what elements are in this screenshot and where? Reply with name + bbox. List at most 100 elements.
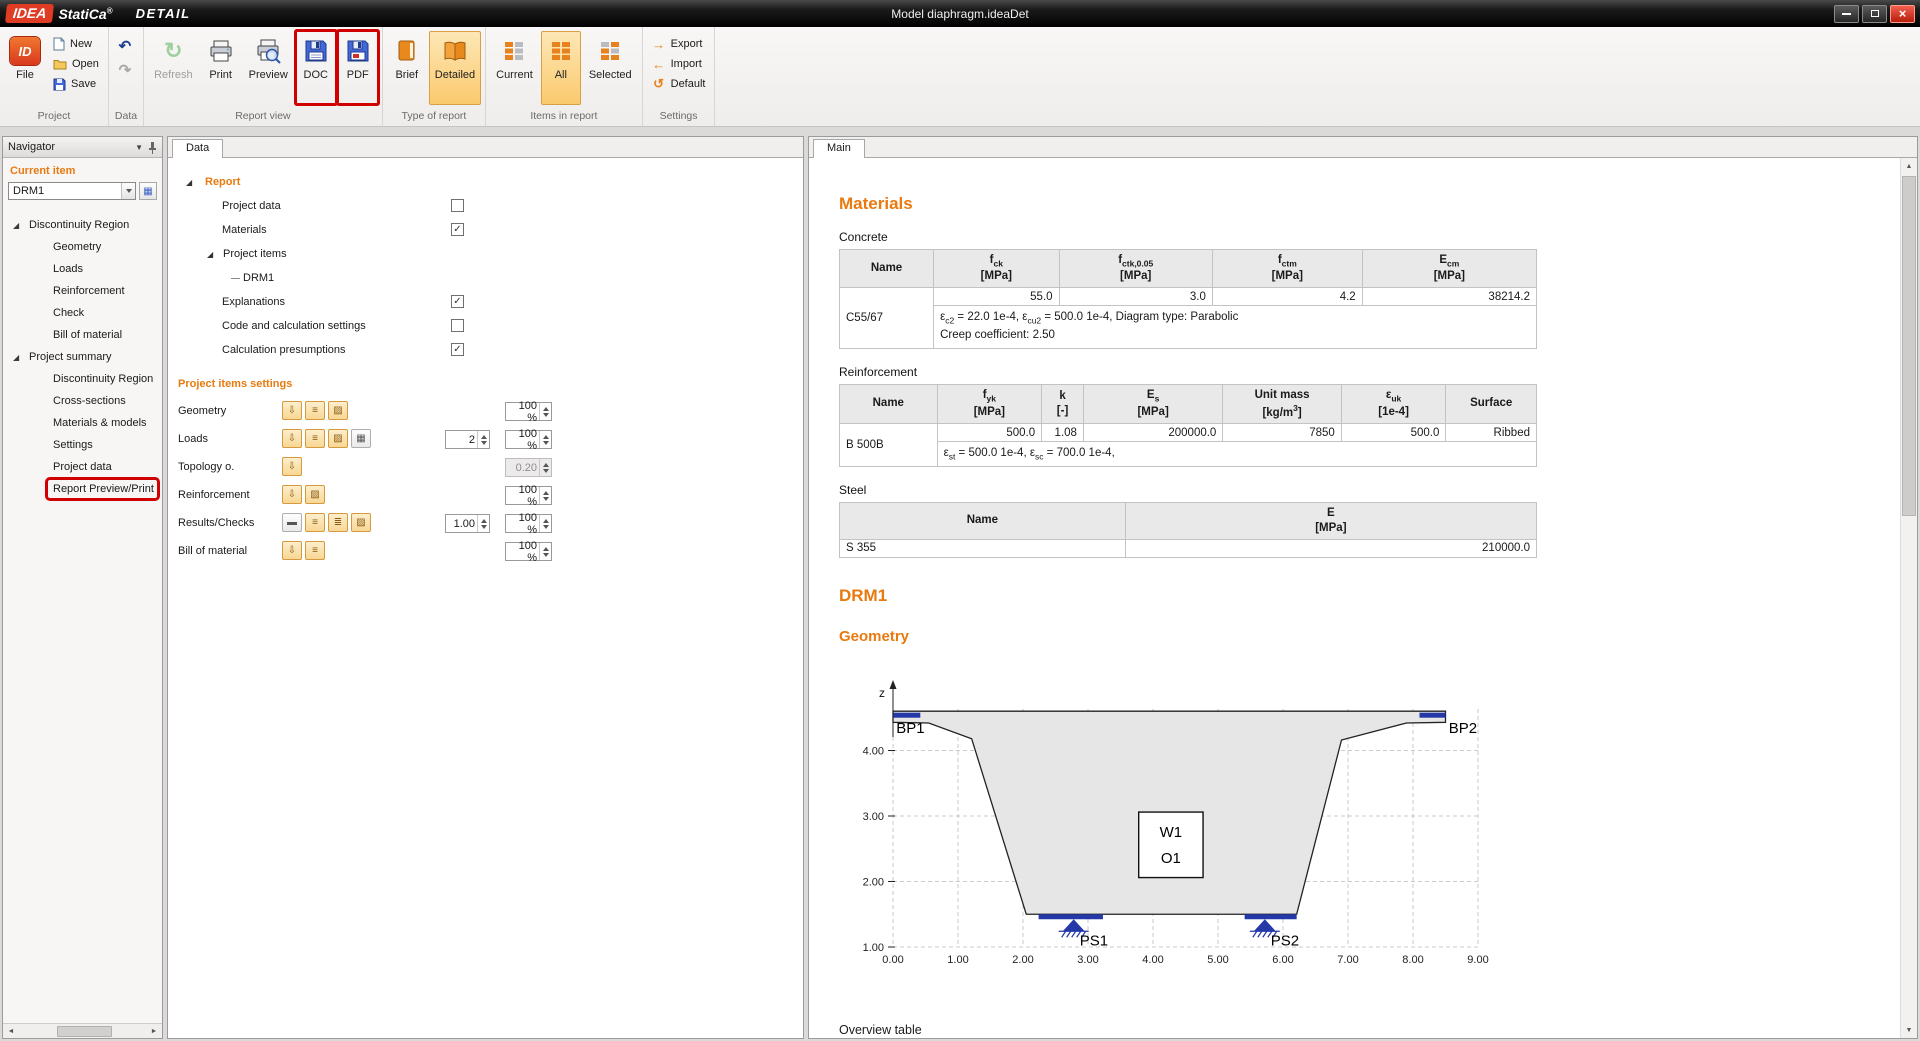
close-button[interactable]: × [1890, 5, 1915, 23]
spinner-arrows[interactable] [477, 431, 489, 448]
spinner-arrows[interactable] [539, 487, 551, 504]
navigator-hscrollbar[interactable]: ◄ ► [3, 1023, 162, 1038]
spinner-arrows[interactable] [539, 431, 551, 448]
spinner-down-icon[interactable] [543, 441, 549, 445]
list-icon-button[interactable]: ≡ [305, 401, 325, 420]
navigator-item-loads[interactable]: Loads [3, 258, 162, 280]
scroll-down-icon[interactable]: ▼ [1901, 1022, 1917, 1038]
navigator-dropdown-icon[interactable]: ▼ [135, 143, 143, 152]
value-input[interactable]: 2 [445, 430, 490, 449]
navigator-item-report-preview-print[interactable]: Report Preview/Print [3, 478, 162, 500]
spinner-down-icon[interactable] [543, 525, 549, 529]
detailed-button[interactable]: Detailed [429, 31, 481, 105]
spinner-arrows[interactable] [539, 403, 551, 420]
spinner-up-icon[interactable] [543, 435, 549, 439]
spinner-up-icon[interactable] [543, 547, 549, 551]
navigator-item-discontinuity-region[interactable]: Discontinuity Region [3, 368, 162, 390]
navigator-item-materials-models[interactable]: Materials & models [3, 412, 162, 434]
spinner-up-icon[interactable] [543, 519, 549, 523]
spinner-arrows[interactable] [539, 515, 551, 532]
navigator-item-check[interactable]: Check [3, 302, 162, 324]
spinner-up-icon[interactable] [481, 519, 487, 523]
redo-button[interactable]: ↷ [113, 59, 137, 81]
spinner-up-icon[interactable] [543, 407, 549, 411]
scale-spinner[interactable]: 100 % [505, 430, 552, 449]
report-tree-item-drm1[interactable]: DRM1 [168, 266, 803, 290]
scroll-thumb[interactable] [57, 1026, 112, 1037]
default-button[interactable]: ↺ Default [647, 75, 711, 93]
open-button[interactable]: Open [48, 55, 104, 73]
refresh-button[interactable]: ↻ Refresh [148, 31, 199, 105]
report-tree-root[interactable]: ◢ Report [168, 170, 803, 194]
save-button[interactable]: Save [48, 75, 104, 93]
picture-icon-button[interactable]: ▨ [328, 401, 348, 420]
doc-export-button[interactable]: DOC [296, 31, 336, 105]
pin-icon[interactable] [148, 141, 157, 154]
report-tree-item-code-and-calculation-settings[interactable]: Code and calculation settings [168, 314, 803, 338]
navigator-item-tool-button[interactable]: ▦ [139, 182, 157, 200]
expander-icon[interactable]: ◢ [207, 250, 213, 259]
file-button[interactable]: ID File [4, 31, 46, 105]
current-item-combobox[interactable]: DRM1 [8, 182, 136, 200]
checkbox[interactable]: ✓ [451, 223, 464, 236]
navigator-item-bill-of-material[interactable]: Bill of material [3, 324, 162, 346]
navigator-item-cross-sections[interactable]: Cross-sections [3, 390, 162, 412]
spinner-up-icon[interactable] [543, 491, 549, 495]
scale-spinner[interactable]: 100 % [505, 402, 552, 421]
image-export-icon-button[interactable]: ⇩ [282, 541, 302, 560]
undo-button[interactable]: ↶ [113, 35, 137, 57]
list-icon-button[interactable]: ≡ [305, 513, 325, 532]
expander-icon[interactable]: ◢ [186, 178, 192, 187]
image-export-icon-button[interactable]: ⇩ [282, 401, 302, 420]
spinner-arrows[interactable] [539, 543, 551, 560]
picture-icon-button[interactable]: ▨ [305, 485, 325, 504]
minimize-button[interactable] [1834, 5, 1859, 23]
pdf-export-button[interactable]: PDF [338, 31, 378, 105]
report-tree-item-explanations[interactable]: Explanations✓ [168, 290, 803, 314]
report-tree-item-materials[interactable]: Materials✓ [168, 218, 803, 242]
brief-button[interactable]: Brief [387, 31, 427, 105]
selected-items-button[interactable]: Selected [583, 31, 638, 105]
scroll-up-icon[interactable]: ▲ [1901, 158, 1917, 174]
strip-icon-button[interactable]: ▬ [282, 513, 302, 532]
spinner-down-icon[interactable] [543, 413, 549, 417]
value-input[interactable]: 1.00 [445, 514, 490, 533]
scale-spinner[interactable]: 100 % [505, 514, 552, 533]
export-button[interactable]: → Export [647, 35, 711, 53]
image-export-icon-button[interactable]: ⇩ [282, 457, 302, 476]
report-tree-item-project-items[interactable]: ◢Project items [168, 242, 803, 266]
all-items-button[interactable]: All [541, 31, 581, 105]
spinner-down-icon[interactable] [481, 441, 487, 445]
navigator-item-project-data[interactable]: Project data [3, 456, 162, 478]
navigator-item-project-summary[interactable]: ◢Project summary [3, 346, 162, 368]
main-vscrollbar[interactable]: ▲ ▼ [1900, 158, 1917, 1038]
new-button[interactable]: New [48, 35, 104, 53]
checkbox[interactable] [451, 199, 464, 212]
picture-icon-button[interactable]: ▨ [328, 429, 348, 448]
scale-spinner[interactable]: 100 % [505, 542, 552, 561]
print-button[interactable]: Print [201, 31, 241, 105]
report-tree-item-calculation-presumptions[interactable]: Calculation presumptions✓ [168, 338, 803, 362]
list-icon-button[interactable]: ≡ [305, 429, 325, 448]
navigator-item-geometry[interactable]: Geometry [3, 236, 162, 258]
report-tree-item-project-data[interactable]: Project data [168, 194, 803, 218]
scroll-thumb[interactable] [1902, 176, 1916, 516]
current-items-button[interactable]: Current [490, 31, 539, 105]
checkbox[interactable]: ✓ [451, 295, 464, 308]
list-detail-icon-button[interactable]: ≣ [328, 513, 348, 532]
tab-data[interactable]: Data [172, 139, 223, 158]
checkbox[interactable]: ✓ [451, 343, 464, 356]
scale-spinner[interactable]: 100 % [505, 486, 552, 505]
picture-icon-button[interactable]: ▨ [351, 513, 371, 532]
import-button[interactable]: ← Import [647, 55, 711, 73]
spinner-down-icon[interactable] [543, 497, 549, 501]
tab-main[interactable]: Main [813, 139, 865, 158]
scroll-right-icon[interactable]: ► [148, 1028, 160, 1035]
scroll-left-icon[interactable]: ◄ [5, 1028, 17, 1035]
navigator-item-settings[interactable]: Settings [3, 434, 162, 456]
preview-button[interactable]: Preview [243, 31, 294, 105]
spinner-up-icon[interactable] [481, 435, 487, 439]
checkbox[interactable] [451, 319, 464, 332]
spinner-down-icon[interactable] [481, 525, 487, 529]
spinner-arrows[interactable] [477, 515, 489, 532]
